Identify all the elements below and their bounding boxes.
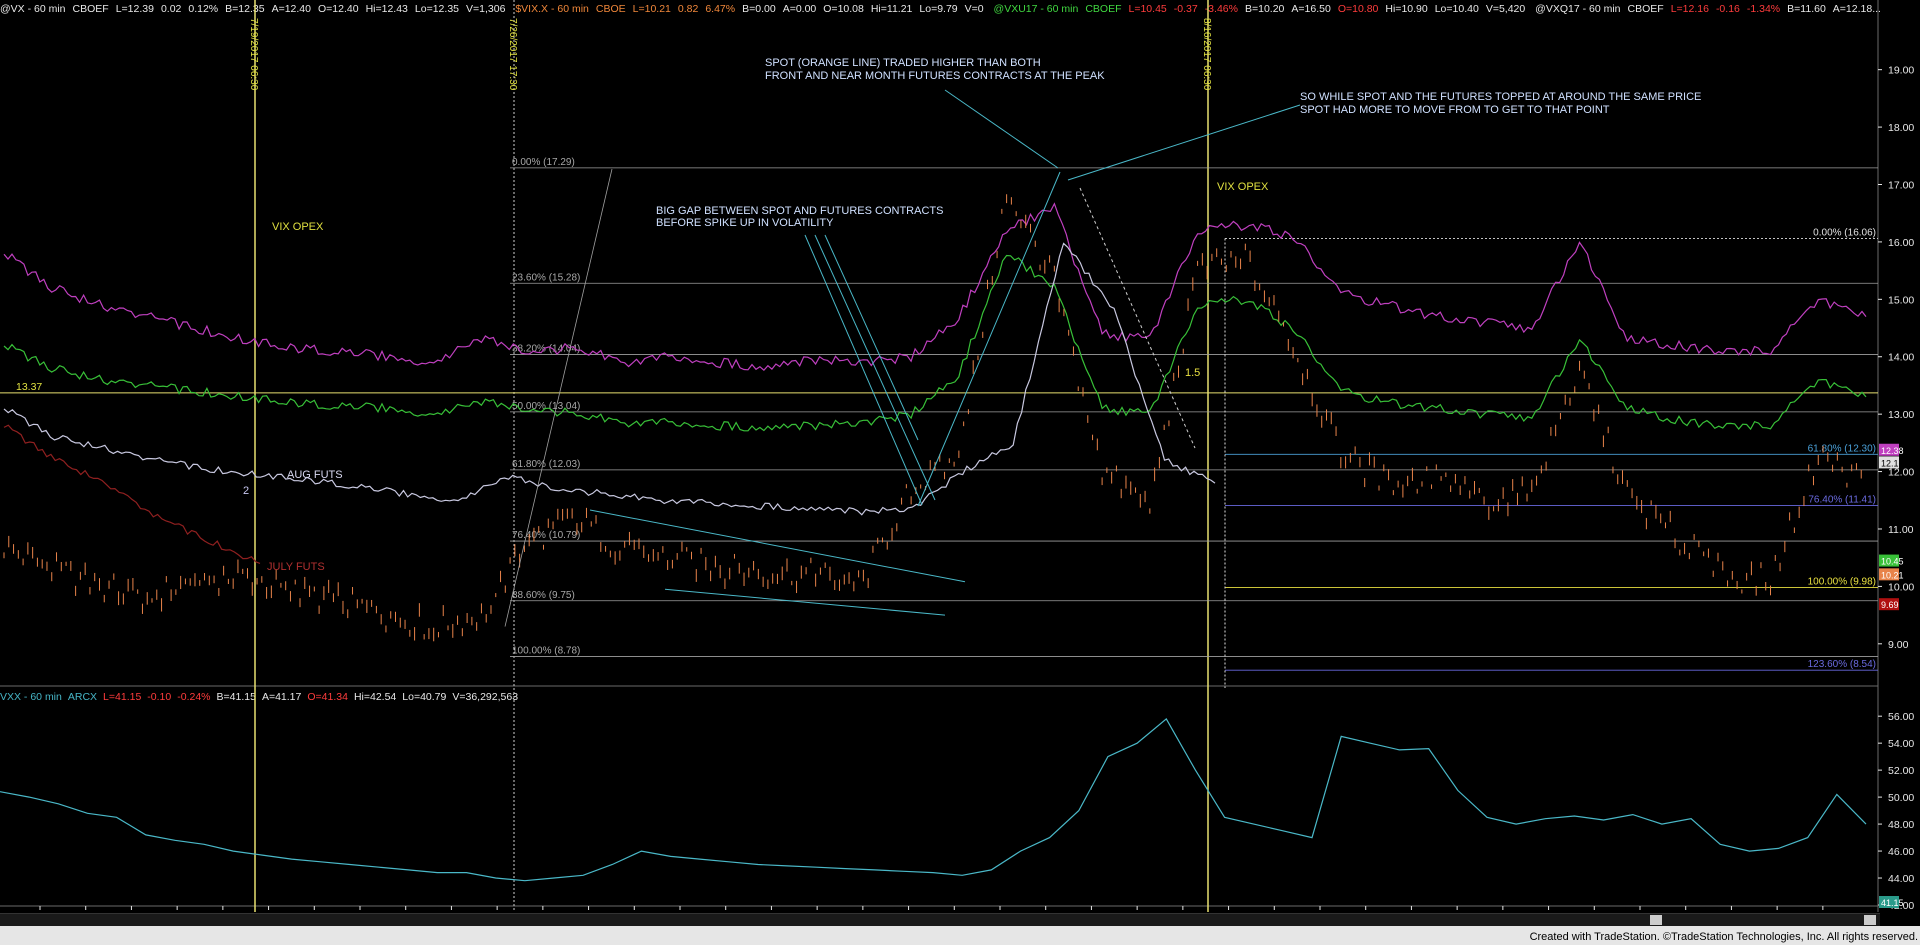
fib-label-left: 76.40% (10.79) [512, 530, 580, 541]
annotation-so-line2: SPOT HAD MORE TO MOVE FROM TO GET TO THA… [1300, 104, 1610, 116]
last-value-tag-label: 10.45 [1881, 557, 1904, 567]
trend-line [824, 234, 919, 441]
trend-line [664, 588, 946, 616]
vxx-y-tick-label: 54.00 [1888, 738, 1914, 750]
y-tick-label: 15.00 [1888, 294, 1914, 306]
vxx-y-tick-label: 56.00 [1888, 711, 1914, 723]
july-futures-line [3, 424, 261, 564]
vix-opex-right-label: VIX OPEX [1217, 181, 1269, 193]
vxx-y-tick-label: 46.00 [1888, 846, 1914, 858]
fib-label-right: 123.60% (8.54) [1808, 659, 1876, 670]
marker-1-5: 1.5 [1185, 367, 1200, 379]
y-tick-label: 10.00 [1888, 581, 1914, 593]
scroll-thumb[interactable] [1650, 915, 1662, 925]
scroll-right-button[interactable] [1864, 915, 1876, 925]
y-tick-label: 17.00 [1888, 180, 1914, 192]
fib-label-right: 0.00% (16.06) [1813, 227, 1876, 238]
vxx-y-tick-label: 50.00 [1888, 792, 1914, 804]
trend-line [804, 234, 923, 506]
vxx-y-tick-label: 48.00 [1888, 819, 1914, 831]
vxx-y-tick-label: 52.00 [1888, 765, 1914, 777]
y-tick-label: 18.00 [1888, 122, 1914, 134]
fib-label-left: 100.00% (8.78) [512, 645, 580, 656]
y-tick-label: 13.00 [1888, 409, 1914, 421]
fib-label-left: 88.60% (9.75) [512, 590, 575, 601]
annotation-spot-line1: SPOT (ORANGE LINE) TRADED HIGHER THAN BO… [765, 57, 1041, 69]
annotation-spot-line2: FRONT AND NEAR MONTH FUTURES CONTRACTS A… [765, 70, 1105, 82]
vxx-last-tag-label: 41.15 [1881, 898, 1904, 908]
july-futs-label: JULY FUTS [267, 561, 325, 573]
vix-opex-left-label: VIX OPEX [272, 221, 324, 233]
fib-label-left: 23.60% (15.28) [512, 272, 580, 283]
vxx-line [0, 717, 1867, 882]
aug-futures-line [3, 242, 1216, 516]
y-tick-label: 14.00 [1888, 352, 1914, 364]
y-tick-label: 16.00 [1888, 237, 1914, 249]
trend-line [589, 509, 966, 583]
event-vline-label: 8/16/2017 06:30 [1201, 18, 1212, 91]
last-value-tag-label: 12.16 [1881, 458, 1904, 468]
sep-futures-line [3, 254, 1867, 432]
copyright-footer: Created with TradeStation. ©TradeStation… [1529, 931, 1918, 943]
vxx-y-tick-label: 44.00 [1888, 873, 1914, 885]
annotation-gap-line2: BEFORE SPIKE UP IN VOLATILITY [656, 217, 834, 229]
marker-2: 2 [243, 485, 249, 497]
fib-label-left: 61.80% (12.03) [512, 459, 580, 470]
fib-label-right: 100.00% (9.98) [1808, 577, 1876, 588]
last-value-tag-label: 12.38 [1881, 446, 1904, 456]
fib-label-left: 0.00% (17.29) [512, 157, 575, 168]
ref-line-label: 13.37 [16, 381, 42, 393]
y-tick-label: 11.00 [1888, 524, 1914, 536]
annotation-so-line1: SO WHILE SPOT AND THE FUTURES TOPPED AT … [1300, 91, 1701, 103]
y-tick-label: 19.00 [1888, 65, 1914, 77]
annotation-gap-line1: BIG GAP BETWEEN SPOT AND FUTURES CONTRAC… [656, 205, 943, 217]
event-vline-label: 7/19/2017 06:30 [248, 18, 259, 91]
price-chart[interactable]: 9.0010.0011.0012.0013.0014.0015.0016.001… [0, 0, 1920, 913]
time-scrollbar[interactable] [0, 913, 1880, 926]
y-tick-label: 9.00 [1888, 639, 1909, 651]
last-value-tag-label: 10.21 [1881, 570, 1904, 580]
event-vline-label: 7/26/2017 17:30 [507, 18, 518, 91]
last-value-tag-label: 9.69 [1881, 600, 1899, 610]
annot-leader-1 [944, 89, 1059, 169]
fib-label-right: 76.40% (11.41) [1808, 494, 1876, 505]
fib-diagonal [504, 168, 613, 627]
fib-label-left: 50.00% (13.04) [512, 401, 580, 412]
trend-line [814, 234, 936, 501]
aug-futs-label: AUG FUTS [287, 469, 343, 481]
fib-label-right: 61.80% (12.30) [1808, 443, 1876, 454]
annot-leader-2 [1067, 104, 1301, 181]
